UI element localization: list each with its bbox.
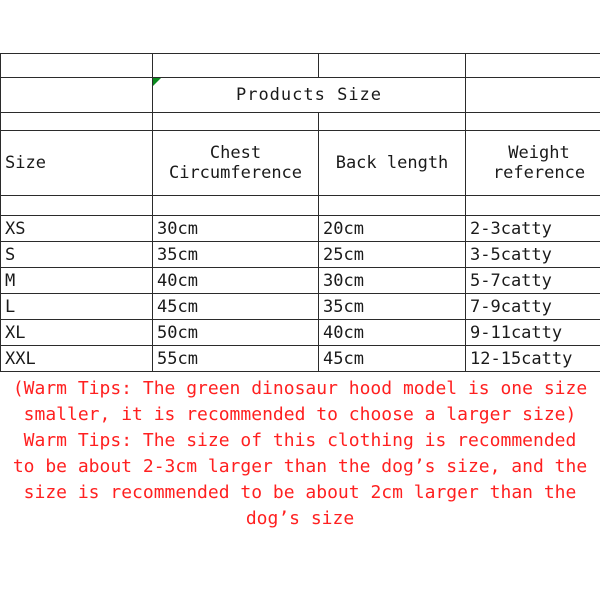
products-size-title: Products Size — [152, 77, 466, 113]
table-row: XL 50cm 40cm 9-11catty — [0, 319, 600, 346]
warm-tips-note: (Warm Tips: The green dinosaur hood mode… — [12, 378, 588, 529]
spacer-cell — [0, 53, 153, 78]
column-header-back-length: Back length — [318, 130, 466, 196]
table-spacer-row-mid — [0, 112, 600, 131]
spacer-cell — [0, 112, 153, 131]
column-header-chest-line1: Chest — [209, 143, 262, 163]
cell-back: 25cm — [318, 241, 466, 268]
table-row: S 35cm 25cm 3-5catty — [0, 241, 600, 268]
spacer-cell — [318, 112, 466, 131]
column-header-weight-line1: Weight — [508, 143, 570, 163]
spacer-cell — [465, 195, 600, 216]
title-row-right-blank — [465, 77, 600, 113]
spacer-cell — [465, 53, 600, 78]
cell-weight: 9-11catty — [465, 319, 600, 346]
spacer-cell — [152, 195, 319, 216]
column-header-weight-line2: reference — [492, 163, 586, 183]
cell-weight: 2-3catty — [465, 215, 600, 242]
column-header-size: Size — [0, 130, 153, 196]
cell-size: S — [0, 241, 153, 268]
cell-chest: 35cm — [152, 241, 319, 268]
title-row-left-blank — [0, 77, 153, 113]
cell-chest: 45cm — [152, 293, 319, 320]
table-row: L 45cm 35cm 7-9catty — [0, 293, 600, 320]
table-header-row: Size Chest Circumference Back length Wei… — [0, 130, 600, 196]
size-table-container: Products Size Size Chest Circumference B… — [0, 53, 600, 372]
products-size-title-text: Products Size — [235, 85, 383, 105]
cell-back: 35cm — [318, 293, 466, 320]
cell-back: 40cm — [318, 319, 466, 346]
cell-size: L — [0, 293, 153, 320]
table-row: M 40cm 30cm 5-7catty — [0, 267, 600, 294]
table-row: XXL 55cm 45cm 12-15catty — [0, 345, 600, 372]
spacer-cell — [152, 112, 319, 131]
cell-size: XXL — [0, 345, 153, 372]
cell-chest: 50cm — [152, 319, 319, 346]
cell-back: 30cm — [318, 267, 466, 294]
product-size-chart-page: Products Size Size Chest Circumference B… — [0, 0, 600, 600]
cell-weight: 3-5catty — [465, 241, 600, 268]
spacer-cell — [318, 195, 466, 216]
cell-weight: 12-15catty — [465, 345, 600, 372]
spacer-cell — [465, 112, 600, 131]
spacer-cell — [0, 195, 153, 216]
cell-back: 45cm — [318, 345, 466, 372]
cell-size: XS — [0, 215, 153, 242]
cell-chest: 40cm — [152, 267, 319, 294]
table-spacer-row-top — [0, 53, 600, 78]
column-header-weight-reference: Weight reference — [465, 130, 600, 196]
table-title-row: Products Size — [0, 77, 600, 113]
spacer-cell — [152, 53, 319, 78]
table-spacer-row-below-header — [0, 195, 600, 216]
cell-chest: 30cm — [152, 215, 319, 242]
table-row: XS 30cm 20cm 2-3catty — [0, 215, 600, 242]
cell-size: M — [0, 267, 153, 294]
column-header-chest-circumference: Chest Circumference — [152, 130, 319, 196]
spacer-cell — [318, 53, 466, 78]
comment-marker-icon — [153, 78, 161, 86]
cell-weight: 5-7catty — [465, 267, 600, 294]
column-header-chest-line2: Circumference — [168, 163, 303, 183]
cell-chest: 55cm — [152, 345, 319, 372]
cell-weight: 7-9catty — [465, 293, 600, 320]
cell-back: 20cm — [318, 215, 466, 242]
cell-size: XL — [0, 319, 153, 346]
size-table: Products Size Size Chest Circumference B… — [0, 53, 600, 372]
